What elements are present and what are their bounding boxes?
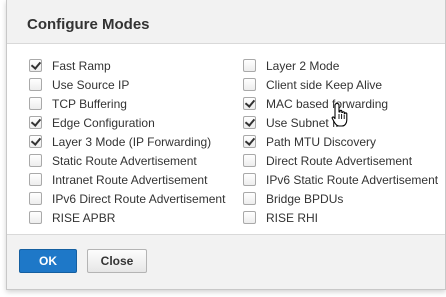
option-label: Layer 3 Mode (IP Forwarding) <box>52 134 212 149</box>
checkbox-direct-route-advertisement[interactable] <box>243 154 256 167</box>
option-label: IPv6 Static Route Advertisement <box>266 172 439 187</box>
option-rise-rhi[interactable]: RISE RHI <box>243 208 438 227</box>
left-options-column: Fast Ramp Use Source IP TCP Buffering Edge … <box>29 56 225 227</box>
checkbox-path-mtu-discovery[interactable] <box>243 135 256 148</box>
checkbox-tcp-buffering[interactable] <box>29 97 42 110</box>
checkbox-ipv6-direct-route-advertisement[interactable] <box>29 192 42 205</box>
configure-modes-dialog: Configure Modes Fast Ramp Use Source IP TC… <box>6 0 446 290</box>
option-fast-ramp[interactable]: Fast Ramp <box>29 56 225 75</box>
option-layer-2-mode[interactable]: Layer 2 Mode <box>243 56 438 75</box>
option-tcp-buffering[interactable]: TCP Buffering <box>29 94 225 113</box>
option-layer-3-mode-ip-forwarding[interactable]: Layer 3 Mode (IP Forwarding) <box>29 132 225 151</box>
option-label: Bridge BPDUs <box>266 191 344 206</box>
option-label: Client side Keep Alive <box>266 77 383 92</box>
checkbox-layer-2-mode[interactable] <box>243 59 256 72</box>
checkbox-layer-3-mode-ip-forwarding[interactable] <box>29 135 42 148</box>
dialog-title: Configure Modes <box>27 16 150 33</box>
right-options-column: Layer 2 Mode Client side Keep Alive MAC ba… <box>243 56 438 227</box>
dialog-footer: OK Close <box>7 234 445 289</box>
ok-button[interactable]: OK <box>19 249 77 273</box>
option-ipv6-direct-route-advertisement[interactable]: IPv6 Direct Route Advertisement <box>29 189 225 208</box>
option-label: Intranet Route Advertisement <box>52 172 208 187</box>
option-edge-configuration[interactable]: Edge Configuration <box>29 113 225 132</box>
option-use-source-ip[interactable]: Use Source IP <box>29 75 225 94</box>
checkbox-client-side-keep-alive[interactable] <box>243 78 256 91</box>
option-label: TCP Buffering <box>52 96 127 111</box>
option-intranet-route-advertisement[interactable]: Intranet Route Advertisement <box>29 170 225 189</box>
option-ipv6-static-route-advertisement[interactable]: IPv6 Static Route Advertisement <box>243 170 438 189</box>
option-label: RISE RHI <box>266 210 319 225</box>
option-label: Static Route Advertisement <box>52 153 197 168</box>
option-label: IPv6 Direct Route Advertisement <box>52 191 226 206</box>
option-label: RISE APBR <box>52 210 116 225</box>
hand-pointer-icon <box>331 102 348 127</box>
option-label: Layer 2 Mode <box>266 58 340 73</box>
checkbox-use-subnet-ip[interactable] <box>243 116 256 129</box>
checkbox-edge-configuration[interactable] <box>29 116 42 129</box>
checkbox-rise-apbr[interactable] <box>29 211 42 224</box>
option-static-route-advertisement[interactable]: Static Route Advertisement <box>29 151 225 170</box>
option-label: MAC based forwarding <box>266 96 389 111</box>
checkbox-intranet-route-advertisement[interactable] <box>29 173 42 186</box>
option-label: Edge Configuration <box>52 115 155 130</box>
checkbox-rise-rhi[interactable] <box>243 211 256 224</box>
checkbox-use-source-ip[interactable] <box>29 78 42 91</box>
option-rise-apbr[interactable]: RISE APBR <box>29 208 225 227</box>
checkbox-ipv6-static-route-advertisement[interactable] <box>243 173 256 186</box>
option-client-side-keep-alive[interactable]: Client side Keep Alive <box>243 75 438 94</box>
option-label: Use Source IP <box>52 77 130 92</box>
dialog-header: Configure Modes <box>7 0 445 44</box>
option-direct-route-advertisement[interactable]: Direct Route Advertisement <box>243 151 438 170</box>
checkbox-fast-ramp[interactable] <box>29 59 42 72</box>
option-bridge-bpdus[interactable]: Bridge BPDUs <box>243 189 438 208</box>
option-label: Fast Ramp <box>52 58 111 73</box>
close-button[interactable]: Close <box>87 249 147 273</box>
checkbox-mac-based-forwarding[interactable] <box>243 97 256 110</box>
option-label: Direct Route Advertisement <box>266 153 413 168</box>
checkbox-static-route-advertisement[interactable] <box>29 154 42 167</box>
option-label: Path MTU Discovery <box>266 134 377 149</box>
checkbox-bridge-bpdus[interactable] <box>243 192 256 205</box>
option-path-mtu-discovery[interactable]: Path MTU Discovery <box>243 132 438 151</box>
